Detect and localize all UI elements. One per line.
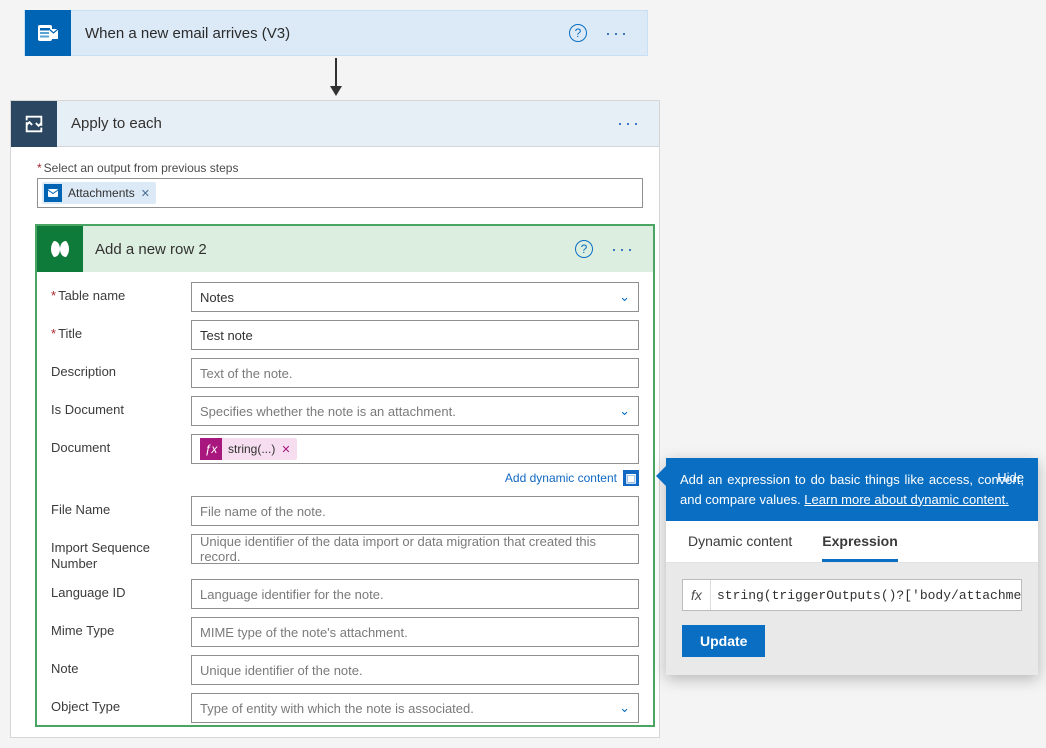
- update-button[interactable]: Update: [682, 625, 765, 657]
- description-input[interactable]: Text of the note.: [191, 358, 639, 388]
- more-icon[interactable]: ···: [611, 239, 635, 260]
- field-label-note: Note: [51, 655, 191, 677]
- field-label-title: *Title: [51, 320, 191, 342]
- more-icon[interactable]: ···: [617, 113, 641, 134]
- is-document-select[interactable]: Specifies whether the note is an attachm…: [191, 396, 639, 426]
- chevron-down-icon: ⌄: [619, 403, 630, 419]
- dv-header[interactable]: Add a new row 2 ? ···: [37, 226, 653, 272]
- fx-label-icon: fx: [683, 580, 711, 610]
- trigger-card[interactable]: When a new email arrives (V3) ? ···: [24, 10, 648, 56]
- hide-button[interactable]: Hide: [997, 468, 1024, 488]
- table-name-select[interactable]: Notes ⌄: [191, 282, 639, 312]
- field-label-file-name: File Name: [51, 496, 191, 518]
- collapse-icon[interactable]: ▣: [623, 470, 639, 486]
- help-icon[interactable]: ?: [575, 240, 593, 258]
- chevron-down-icon: ⌄: [619, 289, 630, 305]
- expression-popout: Hide Add an expression to do basic thing…: [666, 458, 1038, 675]
- help-icon[interactable]: ?: [569, 24, 587, 42]
- field-label-object-type: Object Type: [51, 693, 191, 715]
- title-input[interactable]: Test note: [191, 320, 639, 350]
- expression-chip[interactable]: ƒx string(...) ✕: [200, 438, 297, 460]
- learn-more-link[interactable]: Learn more about dynamic content.: [804, 492, 1009, 507]
- dataverse-icon: [37, 226, 83, 272]
- field-label-table-name: *Table name: [51, 282, 191, 304]
- apply-to-each-card: Apply to each ··· *Select an output from…: [10, 100, 660, 738]
- field-label-is-document: Is Document: [51, 396, 191, 418]
- loop-title: Apply to each: [57, 115, 617, 132]
- flow-arrow: [24, 58, 648, 98]
- file-name-input[interactable]: File name of the note.: [191, 496, 639, 526]
- add-new-row-card: Add a new row 2 ? ··· *Table name Notes …: [35, 224, 655, 727]
- field-label-document: Document: [51, 434, 191, 456]
- loop-icon: [11, 101, 57, 147]
- lang-id-input[interactable]: Language identifier for the note.: [191, 579, 639, 609]
- remove-token-icon[interactable]: ✕: [281, 443, 290, 456]
- fx-icon: ƒx: [200, 438, 222, 460]
- outlook-mini-icon: [44, 184, 62, 202]
- add-dynamic-content-link[interactable]: Add dynamic content: [505, 471, 617, 485]
- output-from-previous-steps-input[interactable]: Attachments ✕: [37, 178, 643, 208]
- field-label-lang-id: Language ID: [51, 579, 191, 601]
- expression-text[interactable]: string(triggerOutputs()?['body/attachmen…: [711, 588, 1021, 603]
- dv-title: Add a new row 2: [83, 241, 575, 258]
- trigger-title: When a new email arrives (V3): [71, 25, 569, 42]
- field-label-description: Description: [51, 358, 191, 380]
- attachments-token[interactable]: Attachments ✕: [42, 182, 156, 204]
- popout-arrow: [656, 466, 666, 486]
- loop-header[interactable]: Apply to each ···: [11, 101, 659, 147]
- mime-type-input[interactable]: MIME type of the note's attachment.: [191, 617, 639, 647]
- chevron-down-icon: ⌄: [619, 700, 630, 716]
- document-input[interactable]: ƒx string(...) ✕: [191, 434, 639, 464]
- tab-expression[interactable]: Expression: [822, 521, 897, 562]
- field-label-mime-type: Mime Type: [51, 617, 191, 639]
- popout-tabs: Dynamic content Expression: [666, 521, 1038, 563]
- note-input[interactable]: Unique identifier of the note.: [191, 655, 639, 685]
- tab-dynamic-content[interactable]: Dynamic content: [688, 521, 792, 562]
- import-seq-input[interactable]: Unique identifier of the data import or …: [191, 534, 639, 564]
- object-type-select[interactable]: Type of entity with which the note is as…: [191, 693, 639, 723]
- outlook-icon: [25, 10, 71, 56]
- expression-input[interactable]: fx string(triggerOutputs()?['body/attach…: [682, 579, 1022, 611]
- more-icon[interactable]: ···: [605, 23, 629, 44]
- output-label: *Select an output from previous steps: [37, 161, 647, 175]
- field-label-import-seq: Import Sequence Number: [51, 534, 191, 571]
- popout-banner: Hide Add an expression to do basic thing…: [666, 458, 1038, 521]
- remove-token-icon[interactable]: ✕: [141, 187, 150, 200]
